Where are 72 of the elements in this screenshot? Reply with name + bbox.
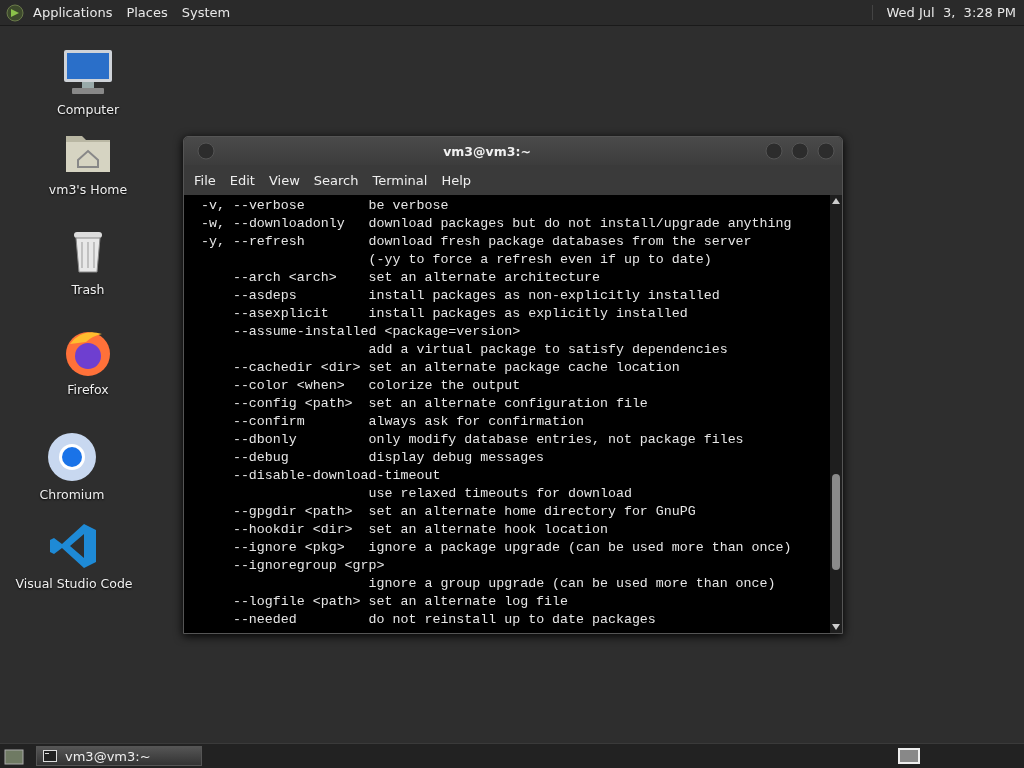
chromium-icon <box>46 431 98 483</box>
option-text: --asdeps <box>232 287 297 305</box>
distro-logo-icon <box>6 3 24 22</box>
minimize-button[interactable] <box>764 141 784 161</box>
terminal-icon <box>43 750 57 762</box>
close-button[interactable] <box>816 141 836 161</box>
description-text: colorize the output <box>368 377 521 395</box>
panel-menu[interactable]: System <box>176 5 236 20</box>
option-text: --ignoregroup <grp> <box>232 557 385 575</box>
description-text: always ask for confirmation <box>368 413 584 431</box>
option-text: --color <when> <box>232 377 345 395</box>
menu-item[interactable]: File <box>188 170 222 190</box>
option-text: --cachedir <dir> <box>232 359 361 377</box>
option-text: --dbonly <box>232 431 297 449</box>
option-text: -v, --verbose <box>201 197 305 215</box>
description-text: set an alternate architecture <box>368 269 600 287</box>
description-text: set an alternate package cache location <box>368 359 680 377</box>
window-title: vm3@vm3:~ <box>442 143 532 159</box>
option-text: --gpgdir <path> <box>232 503 353 521</box>
show-desktop-icon[interactable] <box>4 747 24 765</box>
window-menu-button[interactable] <box>196 141 216 161</box>
option-text: --logfile <path> <box>232 593 361 611</box>
description-text: ignore a group upgrade (can be used more than once) <box>368 575 776 593</box>
desktop-icon-label[interactable]: Chromium <box>39 487 105 502</box>
description-text: set an alternate configuration file <box>368 395 648 413</box>
option-text: --debug <box>232 449 289 467</box>
workspace-switcher-icon[interactable] <box>898 748 920 764</box>
menu-item[interactable]: Terminal <box>366 170 434 190</box>
menu-item[interactable]: View <box>262 170 306 190</box>
option-text: --confirm <box>232 413 305 431</box>
desktop-icon-label[interactable]: Trash <box>71 282 105 297</box>
option-text: --assume-installed <package=version> <box>232 323 521 341</box>
option-text: -y, --refresh <box>201 233 305 251</box>
description-text: (-yy to force a refresh even if up to date) <box>368 251 712 269</box>
option-text: --arch <arch> <box>232 269 337 287</box>
description-text: only modify database entries, not package files <box>368 431 744 449</box>
desktop-icon-label[interactable]: Firefox <box>67 382 109 397</box>
panel-menu[interactable]: Places <box>121 5 173 20</box>
option-text: --needed <box>232 611 297 629</box>
description-text: set an alternate hook location <box>368 521 608 539</box>
option-text: --ignore <pkg> <box>232 539 345 557</box>
scroll-up-icon[interactable] <box>832 198 840 204</box>
scroll-down-icon[interactable] <box>832 624 840 630</box>
option-text: --asexplicit <box>232 305 329 323</box>
taskbar-task-button[interactable]: vm3@vm3:~ <box>36 746 202 766</box>
menu-item[interactable]: Search <box>307 170 365 190</box>
desktop-icon-label[interactable]: Visual Studio Code <box>15 576 133 591</box>
description-text: do not reinstall up to date packages <box>368 611 656 629</box>
description-text: set an alternate log file <box>368 593 569 611</box>
panel-menu[interactable]: Applications <box>28 5 118 20</box>
scrollbar[interactable] <box>830 195 842 633</box>
maximize-button[interactable] <box>790 141 810 161</box>
description-text: ignore a package upgrade (can be used more than once) <box>368 539 792 557</box>
description-text: add a virtual package to satisfy dependencies <box>368 341 728 359</box>
menu-item[interactable]: Help <box>435 170 478 190</box>
option-text: --config <path> <box>232 395 353 413</box>
option-text: --hookdir <dir> <box>232 521 353 539</box>
description-text: install packages as explicitly installed <box>368 305 688 323</box>
scroll-thumb[interactable] <box>832 474 840 570</box>
option-text: --disable-download-timeout <box>232 467 441 485</box>
description-text: use relaxed timeouts for download <box>368 485 632 503</box>
description-text: display debug messages <box>368 449 545 467</box>
clock[interactable]: Wed Jul 3, 3:28 PM <box>871 5 1016 20</box>
description-text: download packages but do not install/upgrade anything <box>368 215 792 233</box>
description-text: set an alternate home directory for GnuPG <box>368 503 696 521</box>
description-text: install packages as non-explicitly installed <box>368 287 720 305</box>
menu-item[interactable]: Edit <box>223 170 261 190</box>
description-text: be verbose <box>368 197 449 215</box>
desktop-icon-label[interactable]: Computer <box>56 102 120 117</box>
description-text: download fresh package databases from the server <box>368 233 752 251</box>
desktop-icon-label[interactable]: vm3's Home <box>48 182 128 197</box>
option-text: -w, --downloadonly <box>201 215 345 233</box>
